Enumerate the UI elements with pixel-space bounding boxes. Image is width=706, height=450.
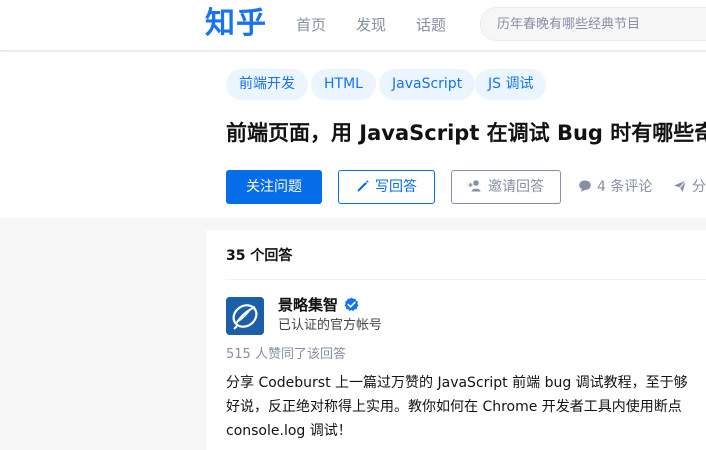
search-box[interactable]: [480, 7, 706, 41]
author-name[interactable]: 景略集智: [278, 296, 338, 314]
topic-tag-js-debug[interactable]: JS 调试: [475, 69, 547, 100]
answers-count: 35 个回答: [226, 248, 293, 264]
topic-tag-frontend[interactable]: 前端开发: [226, 69, 308, 100]
follow-question-label: 关注问题: [246, 179, 302, 195]
share-button[interactable]: 分: [673, 179, 706, 195]
zhihu-logo[interactable]: 知乎: [205, 5, 267, 43]
share-label: 分: [692, 179, 706, 195]
invite-answer-label: 邀请回答: [488, 179, 544, 195]
nav-home[interactable]: 首页: [296, 16, 326, 34]
topic-tag-javascript[interactable]: JavaScript: [379, 69, 476, 100]
divider: [226, 279, 706, 280]
question-header: 前端开发 HTML JavaScript JS 调试 前端页面，用 JavaSc…: [0, 52, 706, 218]
comments-label: 4 条评论: [597, 179, 653, 195]
comments-button[interactable]: 4 条评论: [578, 179, 652, 195]
write-answer-button[interactable]: 写回答: [338, 170, 435, 204]
answer-line: 好说，反正绝对称得上实用。教你如何在 Chrome 开发者工具内使用断点: [226, 399, 682, 415]
write-answer-label: 写回答: [375, 179, 417, 195]
top-navbar: 知乎 首页 发现 话题: [0, 0, 706, 50]
author-headline: 已认证的官方帐号: [278, 318, 383, 333]
comment-icon: [579, 180, 591, 192]
answers-card: 35 个回答 景略集智 已认证的官方帐号 515 人赞同了该回答 分享 Code…: [206, 230, 706, 450]
follow-question-button[interactable]: 关注问题: [226, 170, 322, 204]
vote-count: 515 人赞同了该回答: [226, 347, 346, 362]
invite-answer-button[interactable]: 邀请回答: [451, 170, 561, 204]
pencil-icon: [357, 180, 369, 192]
add-user-icon: [468, 180, 481, 192]
share-icon: [674, 180, 687, 192]
nav-topics[interactable]: 话题: [416, 16, 446, 34]
question-title: 前端页面，用 JavaScript 在调试 Bug 时有哪些奇: [226, 121, 706, 145]
topic-tag-html[interactable]: HTML: [311, 69, 376, 100]
avatar[interactable]: [226, 297, 264, 335]
author-logo-icon: [226, 297, 264, 335]
answer-line: console.log 调试！: [226, 423, 352, 439]
answer-line: 分享 Codeburst 上一篇过万赞的 JavaScript 前端 bug 调…: [226, 375, 688, 391]
nav-discover[interactable]: 发现: [356, 16, 386, 34]
verified-badge-icon: [344, 297, 359, 311]
search-input[interactable]: [497, 15, 706, 33]
answer-excerpt[interactable]: 分享 Codeburst 上一篇过万赞的 JavaScript 前端 bug 调…: [226, 371, 706, 443]
